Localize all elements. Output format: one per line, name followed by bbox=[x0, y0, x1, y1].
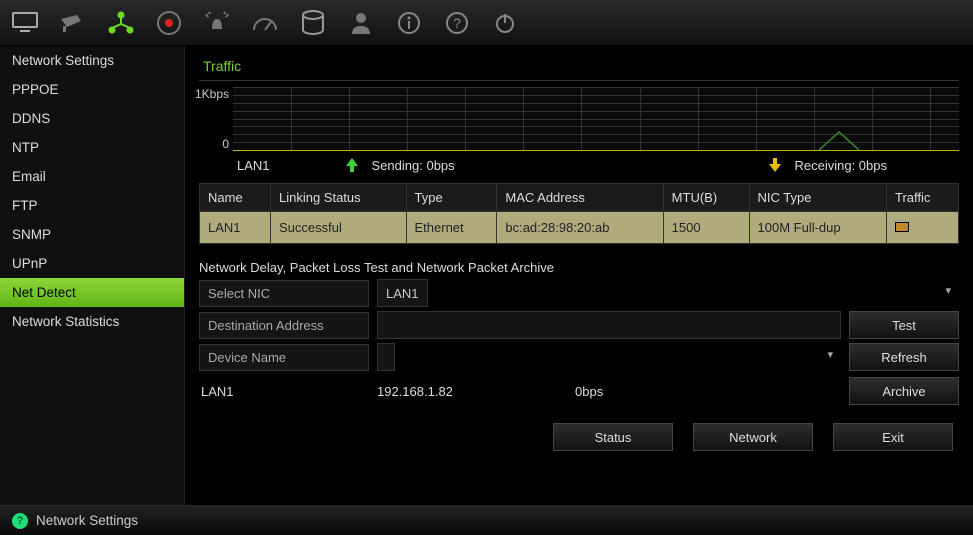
device-name-dropdown[interactable] bbox=[377, 343, 395, 371]
sidebar-item-email[interactable]: Email bbox=[0, 162, 184, 191]
destination-input[interactable] bbox=[377, 311, 841, 339]
sending-label: Sending: 0bps bbox=[372, 158, 455, 173]
monitor-icon[interactable] bbox=[10, 8, 40, 38]
network-button[interactable]: Network bbox=[693, 423, 813, 451]
section-title: Traffic bbox=[199, 54, 959, 81]
cell-traffic[interactable] bbox=[886, 212, 958, 244]
sidebar-item-ftp[interactable]: FTP bbox=[0, 191, 184, 220]
record-icon[interactable] bbox=[154, 8, 184, 38]
cell-type: Ethernet bbox=[406, 212, 497, 244]
traffic-graph bbox=[233, 87, 959, 151]
status-interface: LAN1 bbox=[199, 379, 369, 404]
dashboard-icon[interactable] bbox=[250, 8, 280, 38]
receiving-spike bbox=[819, 130, 859, 150]
status-rate: 0bps bbox=[575, 379, 841, 404]
select-nic-dropdown[interactable]: LAN1 bbox=[377, 279, 428, 307]
alarm-icon[interactable] bbox=[202, 8, 232, 38]
interface-label: LAN1 bbox=[237, 158, 270, 173]
row-device-name: Device Name Refresh bbox=[199, 343, 959, 371]
sidebar-item-label: DDNS bbox=[12, 111, 50, 126]
select-nic-label: Select NIC bbox=[199, 280, 369, 307]
exit-button[interactable]: Exit bbox=[833, 423, 953, 451]
col-linking-status[interactable]: Linking Status bbox=[270, 184, 406, 212]
status-button[interactable]: Status bbox=[553, 423, 673, 451]
destination-label: Destination Address bbox=[199, 312, 369, 339]
sidebar-item-upnp[interactable]: UPnP bbox=[0, 249, 184, 278]
y-top-label: 1Kbps bbox=[195, 87, 229, 101]
sidebar-item-ddns[interactable]: DDNS bbox=[0, 104, 184, 133]
y-bottom-label: 0 bbox=[222, 137, 229, 151]
row-destination: Destination Address Test bbox=[199, 311, 959, 339]
bottom-button-row: Status Network Exit bbox=[199, 423, 959, 451]
col-mac[interactable]: MAC Address bbox=[497, 184, 663, 212]
device-name-label: Device Name bbox=[199, 344, 369, 371]
col-type[interactable]: Type bbox=[406, 184, 497, 212]
svg-text:?: ? bbox=[453, 15, 461, 31]
status-bar: ? Network Settings bbox=[0, 505, 973, 535]
traffic-graph-wrap: 1Kbps 0 bbox=[199, 87, 959, 151]
sidebar-item-label: UPnP bbox=[12, 256, 47, 271]
sidebar-item-ntp[interactable]: NTP bbox=[0, 133, 184, 162]
power-icon[interactable] bbox=[490, 8, 520, 38]
row-archive-status: LAN1 192.168.1.82 0bps Archive bbox=[199, 377, 959, 405]
sidebar-item-label: SNMP bbox=[12, 227, 51, 242]
sidebar-item-label: Network Settings bbox=[12, 53, 114, 68]
hdd-icon[interactable] bbox=[298, 8, 328, 38]
test-button[interactable]: Test bbox=[849, 311, 959, 339]
sidebar-item-label: PPPOE bbox=[12, 82, 59, 97]
col-mtu[interactable]: MTU(B) bbox=[663, 184, 749, 212]
status-ip: 192.168.1.82 bbox=[377, 379, 567, 404]
user-icon[interactable] bbox=[346, 8, 376, 38]
sidebar-item-network-settings[interactable]: Network Settings bbox=[0, 46, 184, 75]
cell-status: Successful bbox=[270, 212, 406, 244]
receiving-label: Receiving: 0bps bbox=[795, 158, 888, 173]
statusbar-text: Network Settings bbox=[36, 513, 138, 528]
sidebar-item-label: Net Detect bbox=[12, 285, 76, 300]
sidebar-item-label: NTP bbox=[12, 140, 39, 155]
traffic-yaxis: 1Kbps 0 bbox=[199, 87, 233, 151]
col-traffic[interactable]: Traffic bbox=[886, 184, 958, 212]
content-panel: Traffic 1Kbps 0 LAN1 Sending: 0bps Recei… bbox=[185, 46, 973, 505]
sidebar-item-pppoe[interactable]: PPPOE bbox=[0, 75, 184, 104]
nic-table: Name Linking Status Type MAC Address MTU… bbox=[199, 183, 959, 244]
table-row[interactable]: LAN1 Successful Ethernet bc:ad:28:98:20:… bbox=[200, 212, 959, 244]
network-icon[interactable] bbox=[106, 8, 136, 38]
sidebar-item-network-statistics[interactable]: Network Statistics bbox=[0, 307, 184, 336]
cell-mtu: 1500 bbox=[663, 212, 749, 244]
col-name[interactable]: Name bbox=[200, 184, 271, 212]
cell-nictype: 100M Full-dup bbox=[749, 212, 886, 244]
sidebar-item-label: FTP bbox=[12, 198, 38, 213]
test-section-header: Network Delay, Packet Loss Test and Netw… bbox=[199, 260, 959, 275]
cell-mac: bc:ad:28:98:20:ab bbox=[497, 212, 663, 244]
camera-icon[interactable] bbox=[58, 8, 88, 38]
cell-name: LAN1 bbox=[200, 212, 271, 244]
sidebar-item-snmp[interactable]: SNMP bbox=[0, 220, 184, 249]
archive-button[interactable]: Archive bbox=[849, 377, 959, 405]
sidebar-item-label: Email bbox=[12, 169, 46, 184]
col-nic-type[interactable]: NIC Type bbox=[749, 184, 886, 212]
info-icon[interactable] bbox=[394, 8, 424, 38]
main-area: Network Settings PPPOE DDNS NTP Email FT… bbox=[0, 46, 973, 505]
help-icon[interactable]: ? bbox=[442, 8, 472, 38]
arrow-down-icon bbox=[767, 157, 783, 173]
help-badge-icon[interactable]: ? bbox=[12, 513, 28, 529]
traffic-legend: LAN1 Sending: 0bps Receiving: 0bps bbox=[199, 151, 959, 183]
arrow-up-icon bbox=[344, 157, 360, 173]
sidebar-item-label: Network Statistics bbox=[12, 314, 119, 329]
refresh-button[interactable]: Refresh bbox=[849, 343, 959, 371]
row-select-nic: Select NIC LAN1 bbox=[199, 279, 959, 307]
sidebar: Network Settings PPPOE DDNS NTP Email FT… bbox=[0, 46, 185, 505]
sidebar-item-net-detect[interactable]: Net Detect bbox=[0, 278, 184, 307]
chart-icon[interactable] bbox=[895, 222, 909, 232]
top-toolbar: ? bbox=[0, 0, 973, 46]
